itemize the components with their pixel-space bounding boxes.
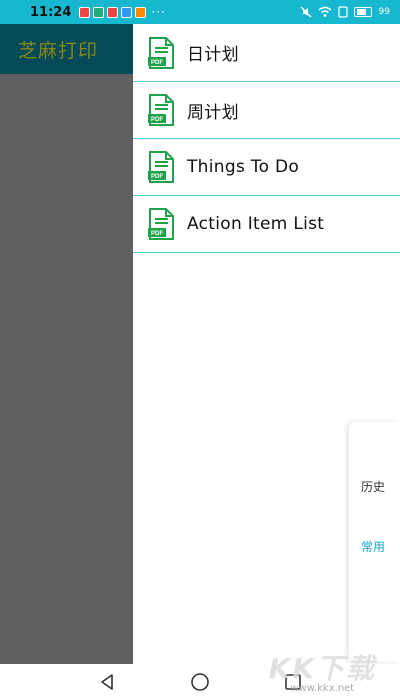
list-item-label: 日计划 (187, 45, 239, 65)
svg-text:PDF: PDF (151, 117, 163, 123)
more-notifications-icon: ··· (151, 5, 166, 19)
svg-text:PDF: PDF (151, 60, 163, 66)
sim-icon (337, 6, 348, 18)
notification-icon (93, 6, 105, 18)
battery-level: 99 (378, 7, 390, 17)
list-item-label: 周计划 (187, 102, 239, 123)
drawer-scrim-panel: 芝麻打印 (0, 24, 133, 664)
mute-icon (300, 6, 312, 18)
pdf-file-icon: PDF (148, 36, 174, 69)
status-time: 11:24 (30, 4, 72, 20)
notification-icon (107, 6, 119, 18)
list-item[interactable]: PDF Action Item List (133, 196, 400, 253)
watermark: KK下载 www.kkx.net (269, 647, 376, 694)
notification-icon (135, 6, 147, 18)
template-list: PDF 日计划 PDF 周计划 PDF Things To Do PDF Act… (133, 24, 400, 253)
app-header: 芝麻打印 (0, 24, 133, 74)
wifi-icon (318, 6, 332, 17)
home-button[interactable] (186, 668, 214, 696)
list-item-label: Action Item List (187, 214, 325, 234)
tab-common[interactable]: 常用 (361, 538, 385, 555)
list-item[interactable]: PDF 日计划 (133, 24, 400, 82)
back-icon (100, 674, 113, 690)
svg-text:PDF: PDF (151, 231, 163, 237)
watermark-logo: KK下载 (268, 652, 376, 685)
list-item[interactable]: PDF 周计划 (133, 82, 400, 139)
pdf-file-icon: PDF (148, 94, 174, 126)
pdf-file-icon: PDF (148, 151, 174, 183)
tab-history[interactable]: 历史 (361, 478, 385, 495)
side-tab-panel: 历史 常用 (349, 422, 400, 662)
status-bar: 11:24 ··· 99 (0, 0, 400, 24)
battery-icon (353, 7, 372, 17)
notification-icon (79, 6, 91, 18)
pdf-file-icon: PDF (148, 208, 174, 240)
svg-text:PDF: PDF (151, 174, 163, 180)
app-title: 芝麻打印 (18, 39, 99, 62)
back-button[interactable] (93, 668, 121, 696)
list-item[interactable]: PDF Things To Do (133, 139, 400, 196)
notification-icon (121, 6, 133, 18)
home-icon (191, 673, 209, 691)
list-item-label: Things To Do (187, 157, 300, 177)
